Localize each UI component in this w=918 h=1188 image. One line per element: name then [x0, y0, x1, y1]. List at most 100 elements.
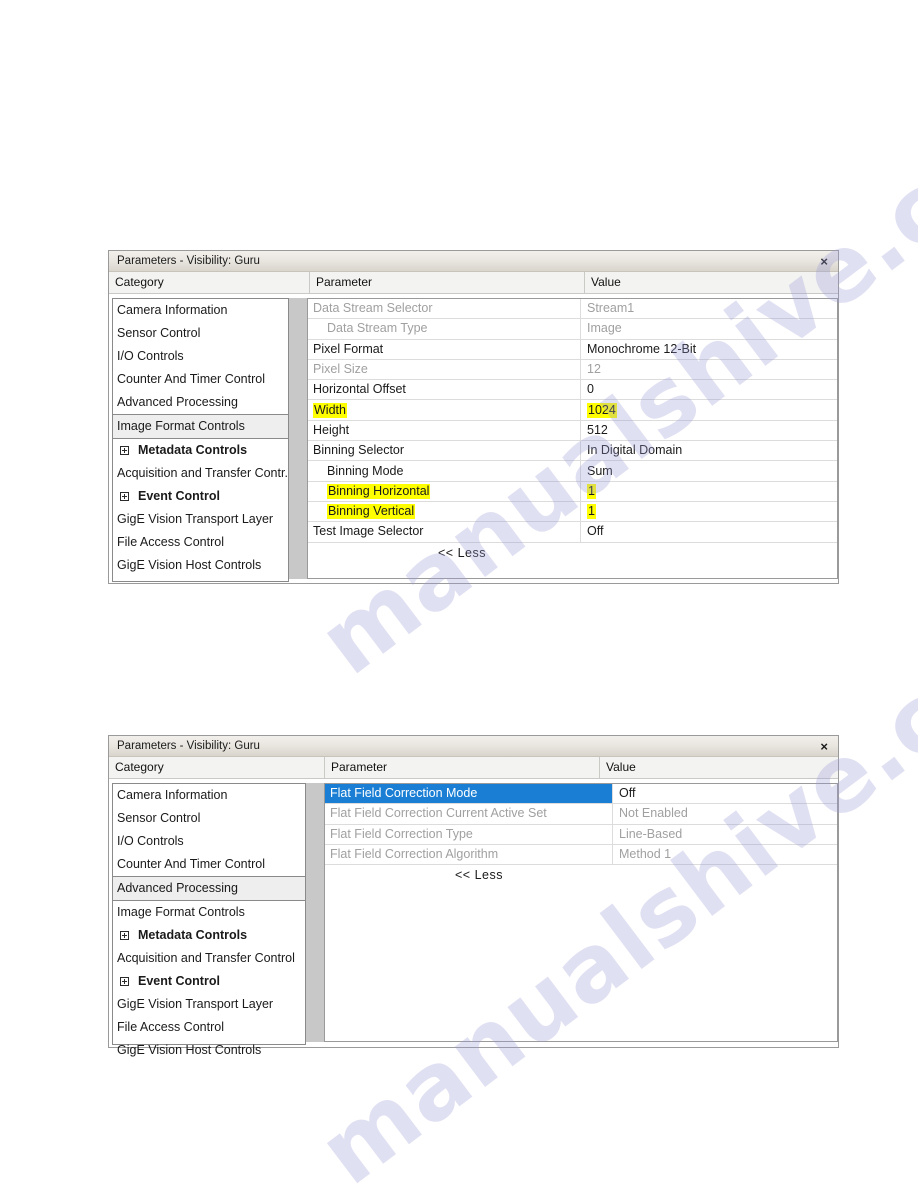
less-button[interactable]: << Less [308, 546, 486, 560]
parameter-grid: Flat Field Correction Mode Off Flat Field … [324, 783, 838, 1042]
parameter-name-cell[interactable]: Binning Vertical [308, 502, 580, 521]
parameter-value-label: Off [619, 786, 636, 801]
parameter-name-cell[interactable]: Binning Horizontal [308, 482, 580, 501]
category-item[interactable]: Acquisition and Transfer Contr... [113, 462, 288, 485]
parameter-row[interactable]: Binning Mode Sum [308, 461, 837, 482]
less-row: << Less [325, 865, 837, 886]
parameter-name-label: Height [313, 422, 350, 437]
parameter-row[interactable]: Test Image Selector Off [308, 522, 837, 543]
expand-plus-icon[interactable] [120, 977, 129, 986]
category-item[interactable]: Counter And Timer Control [113, 368, 288, 391]
parameter-name-cell[interactable]: Test Image Selector [308, 522, 580, 541]
grid-scrollbar[interactable] [306, 783, 324, 1042]
parameter-name-cell[interactable]: Flat Field Correction Type [325, 825, 612, 844]
category-item-label: Sensor Control [117, 326, 201, 340]
parameter-name-cell[interactable]: Width [308, 400, 580, 419]
category-item[interactable]: Image Format Controls [113, 901, 305, 924]
parameter-value-cell[interactable]: Sum [580, 461, 837, 481]
parameter-name-cell[interactable]: Data Stream Selector [308, 299, 580, 318]
parameter-row[interactable]: Binning Selector In Digital Domain [308, 441, 837, 462]
parameter-row[interactable]: Flat Field Correction Mode Off [325, 784, 837, 805]
category-item[interactable]: Camera Information [113, 784, 305, 807]
category-item[interactable]: GigE Vision Host Controls [113, 1039, 305, 1062]
parameter-value-cell[interactable]: 512 [580, 420, 837, 441]
parameter-value-cell[interactable]: Not Enabled [612, 804, 837, 824]
category-item[interactable]: Metadata Controls [113, 439, 288, 462]
category-item[interactable]: Image Format Controls [113, 414, 288, 439]
category-item[interactable]: Event Control [113, 970, 305, 993]
grid-scrollbar-thumb[interactable] [289, 298, 307, 546]
grid-scrollbar[interactable] [289, 298, 307, 579]
expand-plus-icon[interactable] [120, 931, 129, 940]
grid-scrollbar-thumb[interactable] [306, 783, 324, 881]
close-icon[interactable]: × [816, 736, 832, 757]
parameter-row[interactable]: Height 512 [308, 420, 837, 442]
parameter-row[interactable]: Width 1024 [308, 400, 837, 421]
category-panel: Camera Information Sensor Control I/O Cont… [109, 779, 306, 1057]
parameter-row[interactable]: Flat Field Correction Type Line-Based [325, 824, 837, 845]
parameter-row[interactable]: Flat Field Correction Algorithm Method 1 [325, 844, 837, 866]
parameter-row[interactable]: Data Stream Selector Stream1 [308, 299, 837, 320]
parameter-name-label: Data Stream Type [327, 321, 428, 336]
column-headers: Category Parameter Value [109, 272, 838, 294]
category-item[interactable]: Advanced Processing [113, 391, 288, 414]
parameter-name-cell[interactable]: Data Stream Type [308, 319, 580, 338]
parameter-value-cell[interactable]: Line-Based [612, 824, 837, 844]
category-item[interactable]: GigE Vision Transport Layer [113, 508, 288, 531]
category-item[interactable]: Sensor Control [113, 322, 288, 345]
close-icon[interactable]: × [816, 251, 832, 272]
expand-plus-icon[interactable] [120, 492, 129, 501]
category-item[interactable]: Metadata Controls [113, 924, 305, 947]
parameter-value-cell[interactable]: 12 [580, 359, 837, 380]
parameter-value-label: Monochrome 12-Bit [587, 341, 697, 356]
parameter-name-label: Flat Field Correction Algorithm [330, 847, 499, 862]
parameter-value-cell[interactable]: 1024 [580, 400, 837, 420]
parameter-name-cell[interactable]: Pixel Size [308, 360, 580, 379]
parameter-row[interactable]: Binning Horizontal 1 [308, 481, 837, 502]
title-bar: Parameters - Visibility: Guru × [109, 736, 838, 757]
category-item[interactable]: I/O Controls [113, 830, 305, 853]
category-item[interactable]: I/O Controls [113, 345, 288, 368]
less-button[interactable]: << Less [325, 868, 503, 882]
parameter-value-cell[interactable]: Off [612, 784, 837, 804]
parameter-name-cell[interactable]: Binning Mode [308, 461, 580, 480]
parameter-row[interactable]: Horizontal Offset 0 [308, 380, 837, 401]
parameter-name-cell[interactable]: Flat Field Correction Mode [325, 784, 612, 804]
parameter-row[interactable]: Flat Field Correction Current Active Set… [325, 804, 837, 825]
category-item[interactable]: GigE Vision Host Controls [113, 554, 288, 577]
category-item[interactable]: File Access Control [113, 1016, 305, 1039]
parameter-row[interactable]: Binning Vertical 1 [308, 501, 837, 523]
parameter-value-cell[interactable]: Image [580, 319, 837, 339]
category-item[interactable]: Advanced Processing [113, 876, 305, 901]
expand-plus-icon[interactable] [120, 446, 129, 455]
parameter-value-cell[interactable]: 1 [580, 501, 837, 522]
parameter-row[interactable]: Pixel Size 12 [308, 359, 837, 381]
category-item[interactable]: Camera Information [113, 299, 288, 322]
category-item[interactable]: File Access Control [113, 531, 288, 554]
parameter-name-label: Data Stream Selector [313, 301, 433, 316]
parameter-value-label: 512 [587, 422, 608, 437]
parameter-name-cell[interactable]: Flat Field Correction Current Active Set [325, 804, 612, 823]
category-item[interactable]: Acquisition and Transfer Control [113, 947, 305, 970]
parameter-name-cell[interactable]: Horizontal Offset [308, 380, 580, 399]
parameter-name-cell[interactable]: Binning Selector [308, 441, 580, 460]
category-item[interactable]: Sensor Control [113, 807, 305, 830]
parameter-name-cell[interactable]: Flat Field Correction Algorithm [325, 845, 612, 864]
parameter-value-cell[interactable]: 1 [580, 481, 837, 501]
parameter-name-cell[interactable]: Pixel Format [308, 340, 580, 359]
category-item-label: GigE Vision Transport Layer [117, 512, 274, 526]
parameter-value-cell[interactable]: 0 [580, 380, 837, 400]
parameter-value-cell[interactable]: Stream1 [580, 299, 837, 319]
parameter-value-cell[interactable]: In Digital Domain [580, 441, 837, 461]
parameter-value-cell[interactable]: Method 1 [612, 844, 837, 865]
parameter-name-cell[interactable]: Height [308, 421, 580, 440]
parameter-row[interactable]: Data Stream Type Image [308, 319, 837, 340]
parameter-name-label: Horizontal Offset [313, 382, 406, 397]
category-item[interactable]: Counter And Timer Control [113, 853, 305, 876]
category-item[interactable]: GigE Vision Transport Layer [113, 993, 305, 1016]
category-item[interactable]: Event Control [113, 485, 288, 508]
category-item-label: I/O Controls [117, 349, 184, 363]
parameter-row[interactable]: Pixel Format Monochrome 12-Bit [308, 339, 837, 360]
parameter-value-cell[interactable]: Monochrome 12-Bit [580, 339, 837, 359]
parameter-value-cell[interactable]: Off [580, 522, 837, 542]
